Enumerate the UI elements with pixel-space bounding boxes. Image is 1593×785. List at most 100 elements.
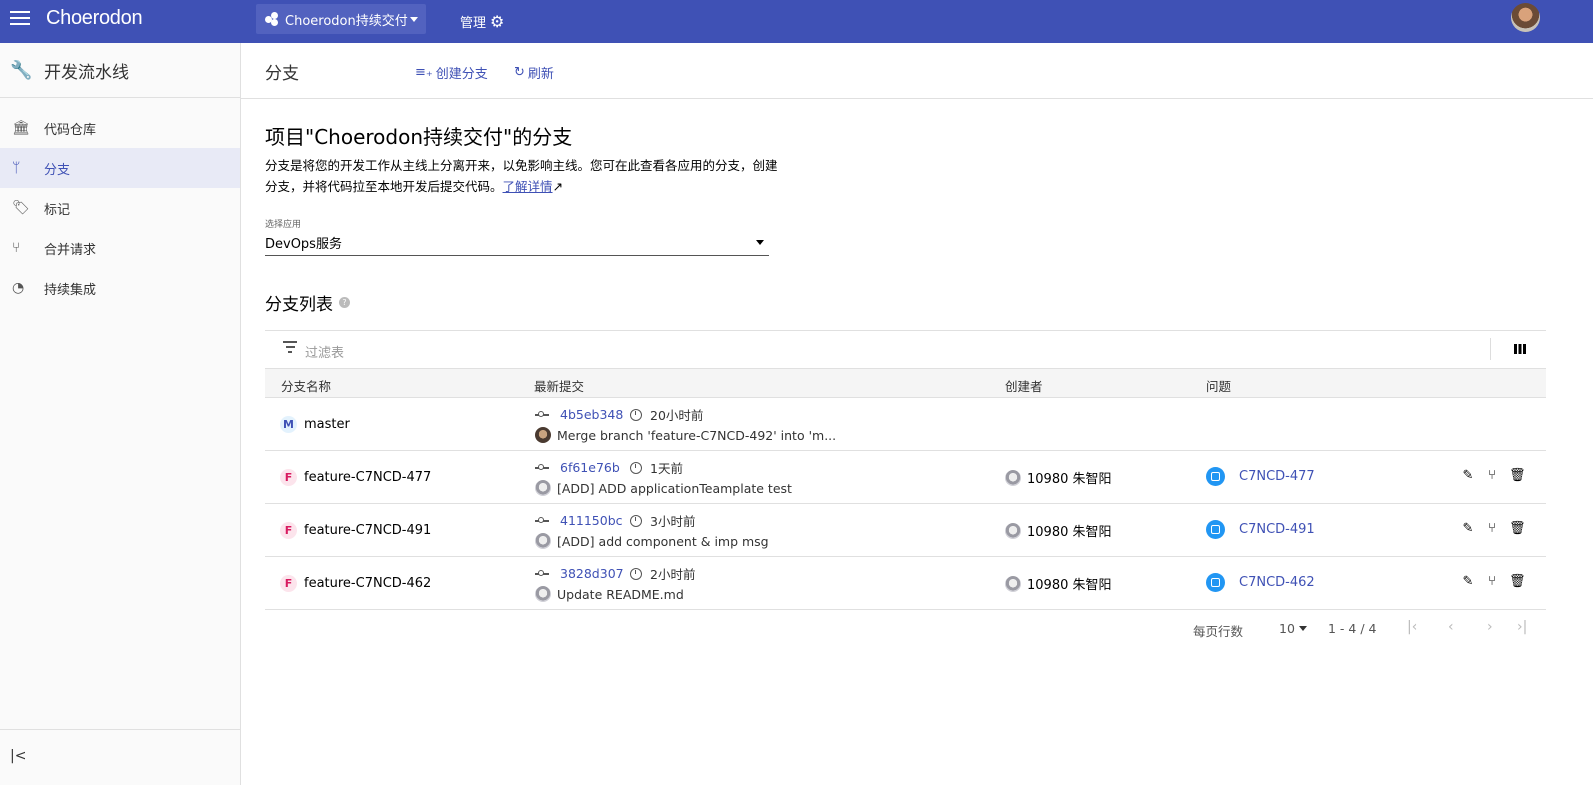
creator: 10980 朱智阳 [1005,468,1112,487]
commit-sha-link[interactable]: 6f61e76b [560,460,630,475]
page-header: 分支 ≡₊ 创建分支 ↻ 刷新 [241,43,1593,99]
sidebar-title: 开发流水线 [44,62,129,83]
creator-avatar [1005,469,1021,486]
issue-icon [1206,573,1225,592]
creator-avatar [1005,522,1021,539]
columns-icon[interactable] [1514,344,1526,354]
delete-icon[interactable]: 🗑 [1509,574,1526,589]
commit-icon [535,516,549,523]
clock-icon [630,514,642,527]
app-logo[interactable]: Choerodon [46,7,143,30]
table-row: F feature-C7NCD-477 6f61e76b 1天前 [ADD] A… [265,451,1546,504]
branch-name: feature-C7NCD-491 [304,523,432,538]
next-page-icon[interactable]: › [1487,619,1493,635]
creator: 10980 朱智阳 [1005,521,1112,540]
edit-icon[interactable]: ✎ [1461,468,1475,483]
caret-down-icon [410,17,418,22]
commit-info: 4b5eb348 20小时前 [535,405,703,424]
help-icon[interactable]: ? [339,297,350,308]
sidebar-item-label: 代码仓库 [44,122,97,138]
commit-message: [ADD] ADD applicationTeamplate test [535,480,792,496]
commit-sha-link[interactable]: 4b5eb348 [560,407,630,422]
external-link-icon: ↗ [552,179,564,194]
bank-icon: 🏛 [12,120,30,136]
sidebar-item-label: 持续集成 [44,282,97,298]
commit-icon [535,569,549,576]
column-header-commit[interactable]: 最新提交 [534,376,584,395]
table-row: M master 4b5eb348 20小时前 Merge branch 'fe… [265,398,1546,451]
delete-icon[interactable]: 🗑 [1509,468,1526,483]
delete-icon[interactable]: 🗑 [1509,521,1526,536]
app-select-value: DevOps服务 [265,237,342,252]
column-header-creator[interactable]: 创建者 [1005,376,1043,395]
project-selector[interactable]: Choerodon持续交付 [256,4,426,34]
branch-type-badge: M [280,416,297,433]
sidebar-header: 🔧 开发流水线 [0,43,240,98]
commit-message: Update README.md [535,586,684,602]
create-branch-label: 创建分支 [435,67,488,82]
commit-info: 411150bc 3小时前 [535,511,695,530]
creator-name: 10980 朱智阳 [1027,472,1112,487]
merge-request-icon[interactable]: ⑂ [1485,574,1499,589]
section-description: 分支是将您的开发工作从主线上分离开来，以免影响主线。您可在此查看各应用的分支，创… [265,155,785,197]
issue-link[interactable]: C7NCD-477 [1206,467,1315,486]
issue-icon [1206,520,1225,539]
committer-avatar [535,480,551,496]
wrench-icon: 🔧 [10,59,33,81]
sidebar-item-tag[interactable]: 🏷 标记 [0,188,240,228]
issue-link[interactable]: C7NCD-462 [1206,573,1315,592]
top-bar: Choerodon Choerodon持续交付 管理 ⚙ [0,0,1593,43]
rows-per-page-label: 每页行数 [1193,624,1244,639]
manage-button[interactable]: 管理 ⚙ [460,12,504,31]
commit-sha-link[interactable]: 411150bc [560,513,630,528]
app-select[interactable]: DevOps服务 [265,233,769,256]
filter-input[interactable]: 过滤表 [305,342,344,361]
user-avatar[interactable] [1511,3,1540,32]
column-header-issue[interactable]: 问题 [1206,376,1231,395]
refresh-button[interactable]: ↻ 刷新 [514,63,554,82]
list-title-text: 分支列表 [265,295,333,315]
row-actions: ✎ ⑂ 🗑 [1461,574,1526,589]
commit-time: 20小时前 [650,408,704,423]
sidebar: 🔧 开发流水线 🏛 代码仓库 ᛘ 分支 🏷 标记 ⑂ 合并请求 ◔ 持续集成 |… [0,43,241,785]
edit-icon[interactable]: ✎ [1461,574,1475,589]
issue-link[interactable]: C7NCD-491 [1206,520,1315,539]
commit-info: 6f61e76b 1天前 [535,458,683,477]
collapse-sidebar-icon[interactable]: |< [0,729,240,785]
first-page-icon[interactable]: |‹ [1407,619,1417,635]
clock-icon [630,461,642,474]
commit-time: 1天前 [650,461,683,476]
gear-icon: ⚙ [490,11,505,31]
project-name: Choerodon持续交付 [285,13,408,29]
create-branch-button[interactable]: ≡₊ 创建分支 [415,63,488,82]
last-page-icon[interactable]: ›| [1517,619,1527,635]
rows-per-page-select[interactable]: 10 [1279,621,1295,636]
merge-request-icon[interactable]: ⑂ [1485,521,1499,536]
sidebar-item-merge-request[interactable]: ⑂ 合并请求 [0,228,240,268]
branch-table: 过滤表 分支名称 最新提交 创建者 问题 M master 4b5eb348 2… [265,330,1546,610]
branch-name: feature-C7NCD-462 [304,576,432,591]
section-heading: 项目"Choerodon持续交付"的分支 [265,125,573,149]
edit-icon[interactable]: ✎ [1461,521,1475,536]
commit-message-text: Update README.md [557,586,684,602]
menu-icon[interactable] [10,11,30,27]
commit-sha-link[interactable]: 3828d307 [560,566,630,581]
sidebar-item-repository[interactable]: 🏛 代码仓库 [0,108,240,148]
issue-key: C7NCD-491 [1239,522,1315,537]
sidebar-item-branch[interactable]: ᛘ 分支 [0,148,240,188]
column-header-branch[interactable]: 分支名称 [281,376,331,395]
refresh-label: 刷新 [527,67,554,82]
prev-page-icon[interactable]: ‹ [1448,619,1454,635]
commit-icon [535,463,549,470]
committer-avatar [535,427,551,443]
caret-down-icon [756,240,764,245]
sidebar-item-ci[interactable]: ◔ 持续集成 [0,268,240,308]
branch-name: master [304,417,350,432]
creator-name: 10980 朱智阳 [1027,578,1112,593]
learn-more-link[interactable]: 了解详情 [503,179,553,194]
divider [1490,338,1491,360]
issue-key: C7NCD-477 [1239,469,1315,484]
merge-request-icon[interactable]: ⑂ [1485,468,1499,483]
tag-icon: 🏷 [12,200,30,216]
table-row: F feature-C7NCD-491 411150bc 3小时前 [ADD] … [265,504,1546,557]
